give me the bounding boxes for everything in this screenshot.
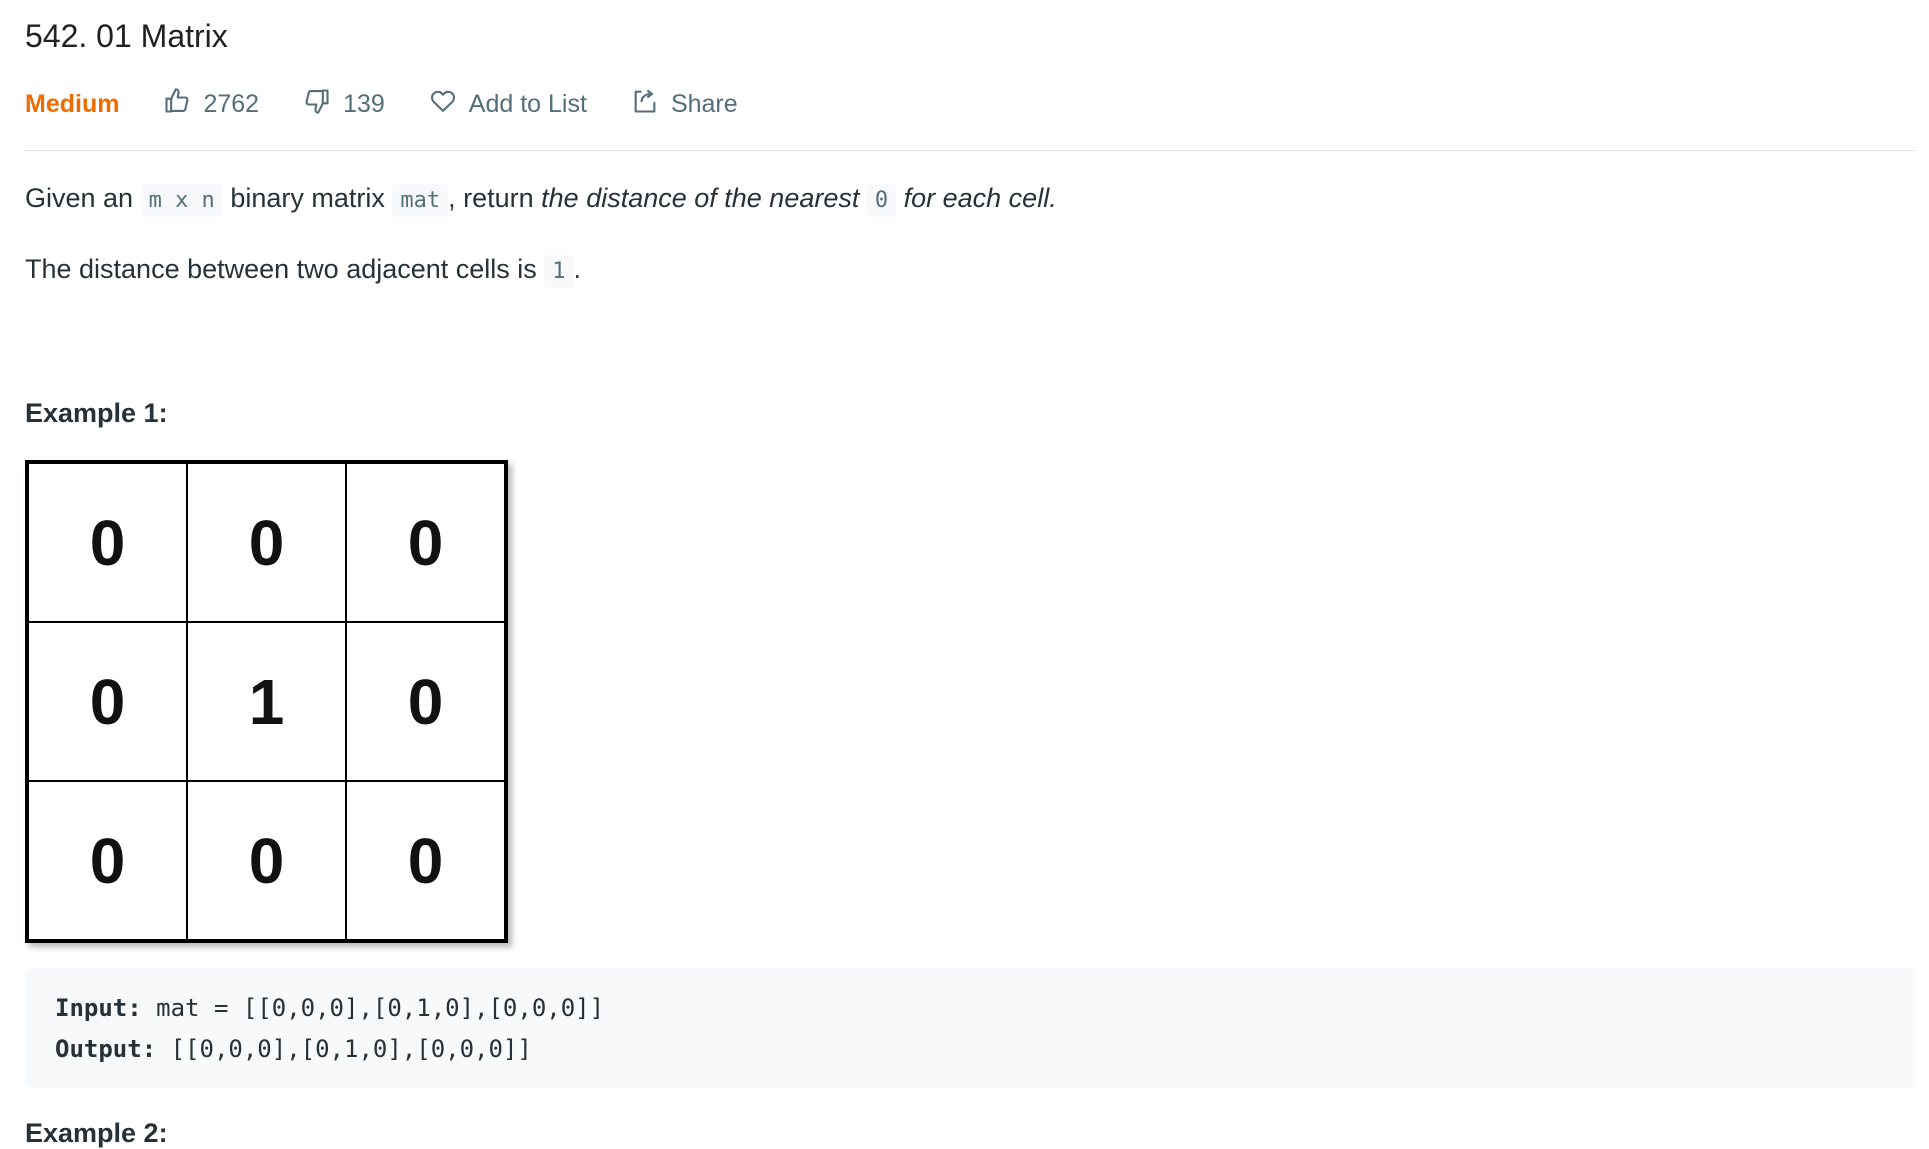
- share-label: Share: [670, 89, 738, 118]
- dislike-button[interactable]: 139: [303, 87, 385, 122]
- thumbs-down-icon: [303, 87, 343, 122]
- description-text: .: [573, 254, 582, 284]
- description-emphasis: the distance of the nearest: [541, 183, 867, 213]
- matrix-cell: 0: [346, 622, 505, 781]
- matrix-cell: 0: [187, 781, 346, 940]
- matrix-cell: 0: [346, 463, 505, 622]
- matrix-cell: 0: [187, 463, 346, 622]
- like-count: 2762: [203, 89, 260, 118]
- distance-paragraph: The distance between two adjacent cells …: [25, 254, 582, 288]
- output-value: [[0,0,0],[0,1,0],[0,0,0]]: [156, 1035, 532, 1063]
- matrix-cell: 0: [346, 781, 505, 940]
- description-text: Given an: [25, 183, 141, 213]
- example-output-line: Output: [[0,0,0],[0,1,0],[0,0,0]]: [55, 1035, 532, 1063]
- heart-icon: [429, 87, 469, 122]
- header-divider: [25, 150, 1915, 151]
- problem-page: 542. 01 Matrix Medium 2762 139 Add to Li…: [0, 0, 1929, 1148]
- description-text: .: [1049, 183, 1057, 213]
- share-button[interactable]: Share: [631, 87, 738, 122]
- add-to-list-button[interactable]: Add to List: [429, 87, 587, 122]
- problem-meta-bar: Medium 2762 139 Add to List Share: [25, 86, 782, 122]
- description-text: , return: [448, 183, 542, 213]
- matrix-cell: 0: [28, 622, 187, 781]
- inline-code: mat: [392, 184, 449, 217]
- description-text: The distance between two adjacent cells …: [25, 254, 545, 284]
- example-1-matrix-image: 0 0 0 0 1 0 0 0 0: [25, 460, 508, 943]
- like-button[interactable]: 2762: [163, 87, 259, 122]
- inline-code: 1: [544, 255, 574, 288]
- example-1-code-block: Input: mat = [[0,0,0],[0,1,0],[0,0,0]] O…: [25, 968, 1915, 1088]
- description-emphasis: for each cell: [896, 183, 1050, 213]
- description-text: binary matrix: [222, 183, 393, 213]
- difficulty-badge: Medium: [25, 89, 120, 118]
- input-value: mat = [[0,0,0],[0,1,0],[0,0,0]]: [141, 994, 605, 1022]
- example-2-title: Example 2:: [25, 1118, 168, 1148]
- input-label: Input:: [55, 994, 142, 1022]
- dislike-count: 139: [343, 89, 385, 118]
- problem-title: 542. 01 Matrix: [25, 18, 228, 54]
- add-to-list-label: Add to List: [468, 89, 587, 118]
- matrix-cell: 1: [187, 622, 346, 781]
- description-paragraph: Given an m x n binary matrix mat, return…: [25, 183, 1057, 217]
- matrix-cell: 0: [28, 781, 187, 940]
- share-icon: [631, 87, 671, 122]
- matrix-cell: 0: [28, 463, 187, 622]
- example-input-line: Input: mat = [[0,0,0],[0,1,0],[0,0,0]]: [55, 994, 604, 1022]
- thumbs-up-icon: [163, 87, 203, 122]
- example-1-title: Example 1:: [25, 398, 168, 428]
- inline-code: m x n: [140, 184, 223, 217]
- output-label: Output:: [55, 1035, 157, 1063]
- inline-code: 0: [866, 184, 897, 217]
